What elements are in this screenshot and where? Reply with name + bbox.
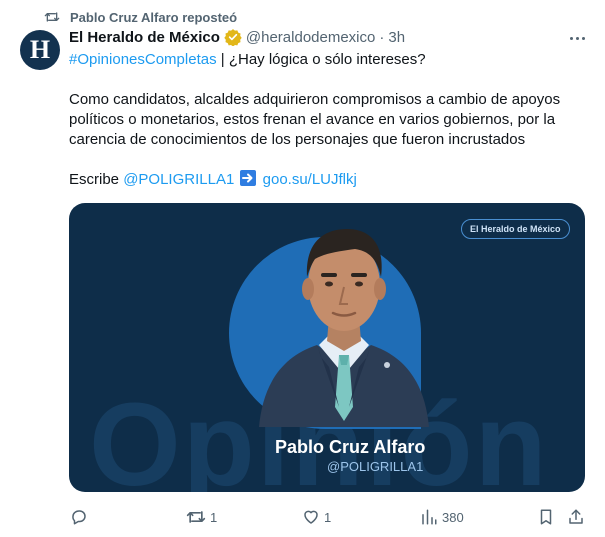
caption-handle: @POLIGRILLA1: [327, 459, 424, 474]
heart-icon: [302, 508, 320, 526]
caption-name: Pablo Cruz Alfaro: [275, 437, 426, 457]
tweet-body: Como candidatos, alcaldes adquirieron co…: [69, 91, 561, 148]
hashtag-link[interactable]: #OpinionesCompletas: [69, 51, 217, 68]
tweet-header: El Heraldo de México @heraldodemexico · …: [69, 27, 405, 47]
avatar-letter: H: [29, 35, 51, 64]
views-chart-icon: [420, 508, 438, 526]
escribe-text: Escribe: [69, 171, 124, 188]
like-button[interactable]: 1: [302, 506, 331, 528]
right-arrow-emoji-icon: [240, 170, 257, 186]
brand-pill: El Heraldo de México: [461, 219, 570, 239]
views-count: 380: [442, 509, 464, 525]
share-icon: [567, 508, 585, 526]
repost-icon: [186, 508, 206, 526]
media-image[interactable]: Opinión El Heraldo de México Pablo Cruz …: [69, 203, 585, 492]
timestamp[interactable]: 3h: [388, 29, 405, 46]
tweet-text: #OpinionesCompletas | ¿Hay lógica o sólo…: [69, 50, 589, 190]
repost-icon: [44, 10, 60, 24]
more-dot-icon: [581, 36, 585, 40]
tweet-credit-line: Escribe @POLIGRILLA1 goo.su/LUJflkj: [69, 170, 589, 190]
url-link[interactable]: goo.su/LUJflkj: [263, 171, 357, 188]
bookmark-button[interactable]: [537, 506, 555, 528]
share-button[interactable]: [567, 506, 585, 528]
repost-button[interactable]: 1: [186, 506, 217, 528]
portrait-illustration: [259, 229, 429, 427]
first-line-text: | ¿Hay lógica o sólo intereses?: [216, 51, 426, 68]
action-bar: 1 1 380: [0, 506, 605, 528]
avatar[interactable]: H: [20, 30, 60, 70]
reply-button[interactable]: [70, 506, 92, 528]
reply-icon: [70, 508, 88, 526]
tweet-first-line: #OpinionesCompletas | ¿Hay lógica o sólo…: [69, 50, 589, 70]
bookmark-icon: [537, 508, 555, 526]
gold-verified-badge-icon[interactable]: [224, 28, 242, 46]
repost-label: Pablo Cruz Alfaro reposteó: [70, 9, 238, 25]
separator-dot: ·: [379, 28, 385, 46]
repost-count: 1: [210, 509, 218, 525]
views-button[interactable]: 380: [420, 506, 464, 528]
like-count: 1: [324, 509, 332, 525]
more-options-button[interactable]: [567, 28, 587, 48]
more-dot-icon: [569, 36, 573, 40]
author-name[interactable]: El Heraldo de México: [69, 29, 220, 46]
repost-context[interactable]: Pablo Cruz Alfaro reposteó: [44, 8, 237, 26]
more-dot-icon: [575, 36, 579, 40]
author-handle[interactable]: @heraldodemexico: [246, 29, 375, 46]
mention-link[interactable]: @POLIGRILLA1: [123, 171, 234, 188]
